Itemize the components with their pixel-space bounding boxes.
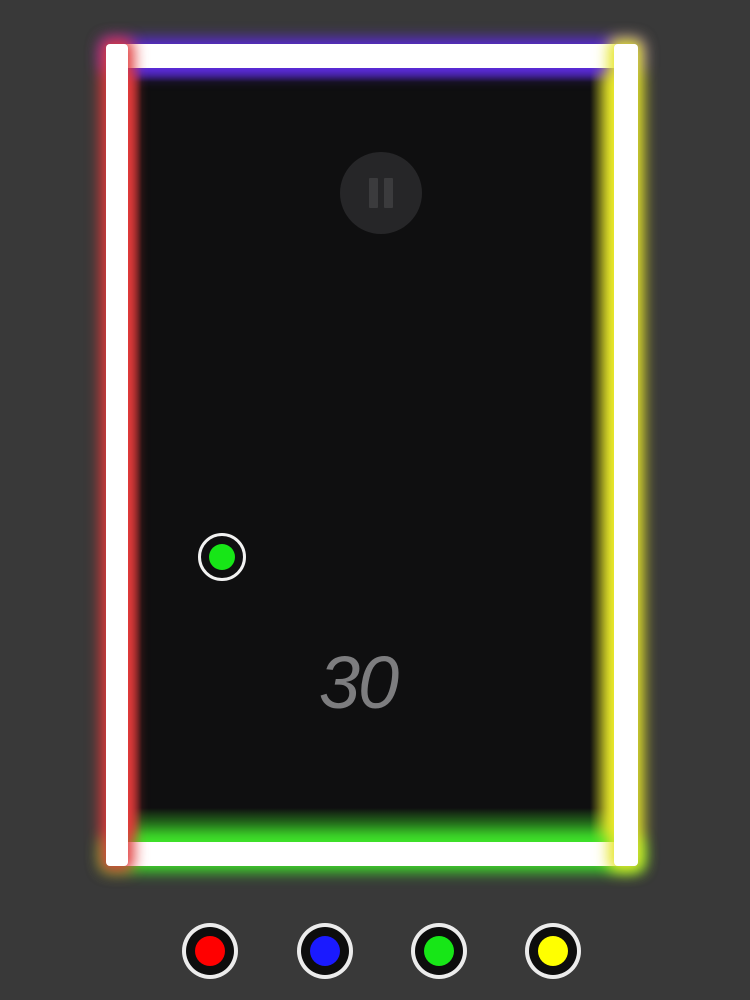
red-dot-icon [195, 936, 225, 966]
green-dot-icon [424, 936, 454, 966]
right-wall [614, 44, 638, 866]
color-button-green[interactable] [411, 923, 467, 979]
yellow-dot-icon [538, 936, 568, 966]
player-ball-core [209, 544, 235, 570]
color-button-blue[interactable] [297, 923, 353, 979]
color-button-red[interactable] [182, 923, 238, 979]
score-display: 30 [318, 641, 399, 724]
pause-icon-bar [384, 178, 393, 208]
player-ball [198, 533, 246, 581]
left-wall [106, 44, 128, 866]
color-button-yellow[interactable] [525, 923, 581, 979]
blue-dot-icon [310, 936, 340, 966]
pause-button[interactable] [340, 152, 422, 234]
pause-icon [369, 178, 378, 208]
game-screen: 30 [0, 0, 750, 1000]
bottom-wall [106, 842, 638, 866]
top-wall [106, 44, 638, 68]
